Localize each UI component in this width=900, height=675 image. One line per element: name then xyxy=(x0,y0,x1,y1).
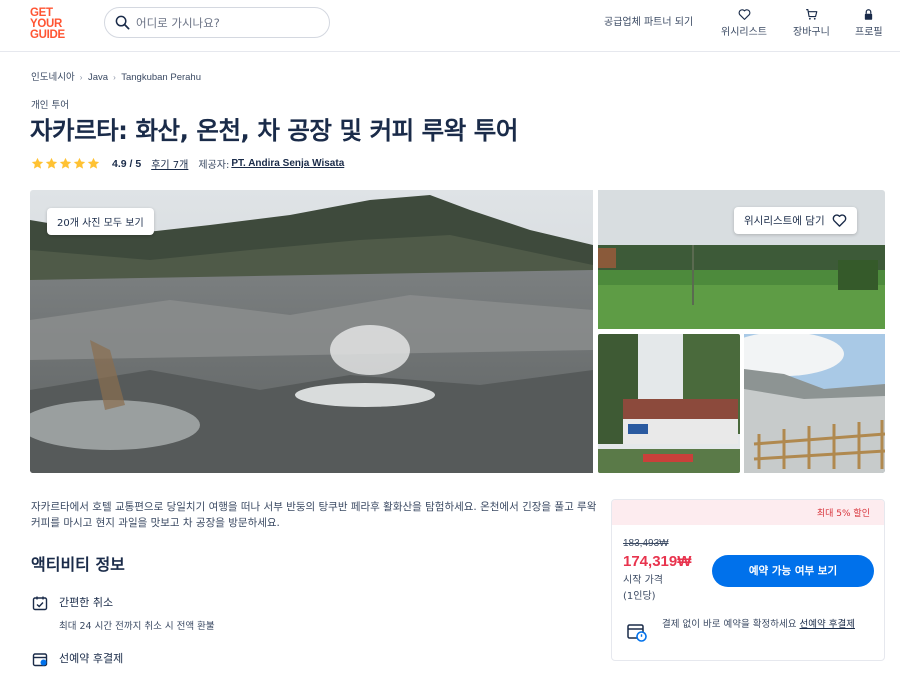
add-to-wishlist-button[interactable]: 위시리스트에 담기 xyxy=(734,207,857,234)
nav-cart-label: 장바구니 xyxy=(793,27,830,38)
all-photos-button[interactable]: 20개 사진 모두 보기 xyxy=(47,208,154,235)
logo-line-3: GUIDE xyxy=(30,29,65,41)
activity-description: 자카르타에서 호텔 교통편으로 당일치기 여행을 떠나 서부 반둥의 탕쿠반 페… xyxy=(31,501,597,529)
photo-tea-factory-building[interactable] xyxy=(598,334,740,473)
tea-factory-image xyxy=(598,334,740,473)
provider-label: 제공자: xyxy=(198,160,230,171)
search-input[interactable] xyxy=(136,15,316,30)
cart-icon xyxy=(806,9,818,20)
search-icon xyxy=(115,15,130,30)
nav-profile-label: 프로필 xyxy=(855,27,883,38)
provider-link[interactable]: PT. Andira Senja Wisata xyxy=(231,158,344,169)
page-title: 자카르타: 화산, 온천, 차 공장 및 커피 루왁 투어 xyxy=(30,116,518,145)
rating-row: 4.9 / 5 후기 7개 제공자: PT. Andira Senja Wisa… xyxy=(31,156,344,171)
photo-crater-fence[interactable] xyxy=(744,334,885,473)
nav-cart[interactable]: 장바구니 xyxy=(793,8,830,38)
star-icon xyxy=(73,157,86,169)
info-free-cancellation: 간편한 취소 최대 24 시간 전까지 취소 시 전액 환불 xyxy=(32,594,215,632)
breadcrumb-item[interactable]: 인도네시아 xyxy=(31,72,75,83)
breadcrumb: 인도네시아 › Java › Tangkuban Perahu xyxy=(31,69,203,83)
star-rating xyxy=(31,157,100,170)
heart-icon xyxy=(832,214,846,227)
info-title: 간편한 취소 xyxy=(59,596,114,609)
reviews-link[interactable]: 후기 7개 xyxy=(151,156,188,171)
booking-card: 최대 5% 할인 183,493₩ 174,319₩ 시작 가격 (1인당) 예… xyxy=(611,499,885,661)
nav-profile[interactable]: 프로필 xyxy=(855,8,883,38)
price-from-label: 시작 가격 xyxy=(623,575,663,586)
tour-type: 개인 투어 xyxy=(31,100,69,111)
discount-badge: 최대 5% 할인 xyxy=(612,500,884,525)
photo-gallery: 20개 사진 모두 보기 위시리스트에 담기 xyxy=(30,190,885,473)
heart-icon xyxy=(738,9,750,20)
breadcrumb-item[interactable]: Tangkuban Perahu xyxy=(121,72,201,83)
chevron-right-icon: › xyxy=(113,73,116,82)
calendar-check-icon xyxy=(32,596,48,611)
star-icon xyxy=(59,157,72,169)
top-header: GET YOUR GUIDE 공급업체 파트너 되기 위시리스트 장바구니 프로… xyxy=(0,0,900,52)
info-subtitle: 최대 24 시간 전까지 취소 시 전액 환불 xyxy=(59,621,215,632)
profile-icon xyxy=(865,9,873,20)
reserve-now-pay-later: 결제 없이 바로 예약을 확정하세요 선예약 후결제 xyxy=(626,618,874,643)
getyourguide-logo[interactable]: GET YOUR GUIDE xyxy=(30,7,74,41)
breadcrumb-item[interactable]: Java xyxy=(88,72,108,83)
info-reserve-now-pay-later: 선예약 후결제 xyxy=(32,650,123,667)
star-icon xyxy=(31,157,44,169)
discounted-price: 174,319₩ xyxy=(623,553,692,570)
crater-fence-image xyxy=(744,334,885,473)
info-title: 선예약 후결제 xyxy=(59,652,124,665)
calendar-pay-icon xyxy=(627,624,647,642)
calendar-pay-icon xyxy=(32,653,48,667)
check-availability-button[interactable]: 예약 가능 여부 보기 xyxy=(712,555,874,587)
rating-score: 4.9 / 5 xyxy=(112,157,142,170)
reserve-text: 결제 없이 바로 예약을 확정하세요 xyxy=(662,619,797,630)
partner-link[interactable]: 공급업체 파트너 되기 xyxy=(604,13,693,28)
reserve-link[interactable]: 선예약 후결제 xyxy=(799,619,854,630)
nav-wishlist-label: 위시리스트 xyxy=(721,27,767,38)
search-bar[interactable] xyxy=(104,7,330,38)
price-label: 시작 가격 (1인당) xyxy=(623,573,663,605)
nav-wishlist[interactable]: 위시리스트 xyxy=(721,8,767,38)
activity-info-title: 액티비티 정보 xyxy=(31,555,125,574)
per-person-label: (1인당) xyxy=(623,591,656,602)
wishlist-button-label: 위시리스트에 담기 xyxy=(744,215,825,227)
star-icon xyxy=(87,157,100,169)
original-price: 183,493₩ xyxy=(623,538,669,549)
star-icon xyxy=(45,157,58,169)
chevron-right-icon: › xyxy=(79,73,83,82)
